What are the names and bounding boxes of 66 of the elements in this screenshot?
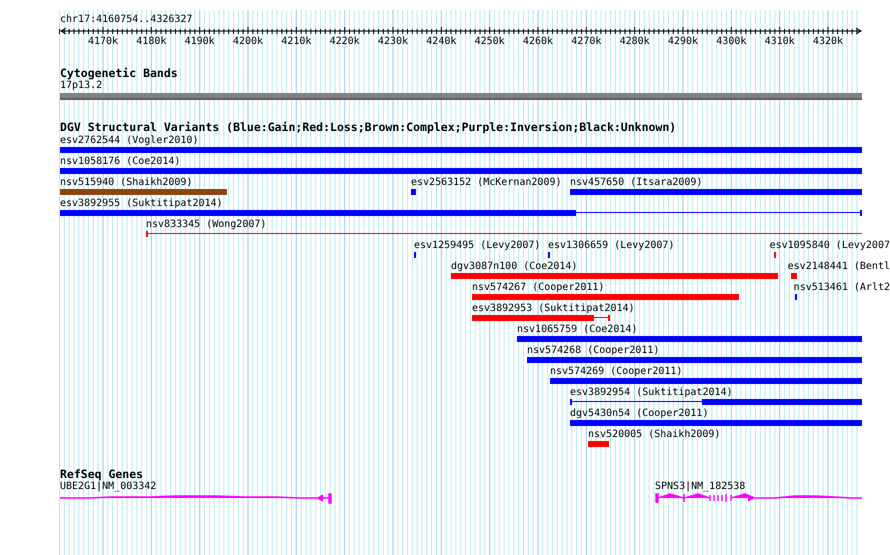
variant-label[interactable]: nsv513461 (Arlt2 <box>794 282 890 294</box>
variant-bar[interactable] <box>60 147 862 153</box>
variant-label[interactable]: nsv574269 (Cooper2011) <box>550 366 682 378</box>
variant-label[interactable]: nsv1058176 (Coe2014) <box>60 156 180 168</box>
end-tick <box>608 315 610 321</box>
ruler-tick-label: 4250k <box>474 36 505 48</box>
end-tick <box>570 399 572 405</box>
variant-label[interactable]: esv1095840 (Levy2007 <box>770 240 890 252</box>
variant-bar[interactable] <box>60 189 227 195</box>
variant-label[interactable]: nsv1065759 (Coe2014) <box>517 324 638 336</box>
variant-label[interactable]: nsv520005 (Shaikh2009) <box>588 429 720 441</box>
extent-line <box>594 317 609 318</box>
end-tick <box>860 210 862 216</box>
variant-label[interactable]: esv1259495 (Levy2007) <box>414 240 540 252</box>
ruler-tick-label: 4280k <box>620 36 650 48</box>
variant-label[interactable]: esv3892955 (Suktitipat2014) <box>60 198 223 210</box>
variant-label[interactable]: esv2563152 (McKernan2009) <box>411 177 562 189</box>
ruler-tick-label: 4180k <box>136 36 166 48</box>
ruler-tick-label: 4300k <box>716 36 746 48</box>
variant-label[interactable]: esv2148441 (Bentl <box>788 261 890 273</box>
gene-label[interactable]: SPNS3|NM_182538 <box>655 481 746 493</box>
variant-bar[interactable] <box>60 168 862 174</box>
track-title: DGV Structural Variants (Blue:Gain;Red:Loss;Brown:Complex;Purple:Inversion;Black:Unknown) <box>60 121 676 134</box>
variant-bar[interactable] <box>60 210 576 216</box>
variant-bar[interactable] <box>570 189 862 195</box>
variant-label[interactable]: nsv515940 (Shaikh2009) <box>60 177 192 189</box>
ruler-tick-label: 4170k <box>88 36 118 48</box>
ruler-tick-label: 4220k <box>330 36 360 48</box>
variant-label[interactable]: nsv833345 (Wong2007) <box>146 219 266 231</box>
variant-bar[interactable] <box>472 294 739 300</box>
track-title: RefSeq Genes <box>60 468 144 481</box>
ruler-tick-label: 4320k <box>812 36 844 48</box>
variant-label[interactable]: esv1306659 (Levy2007) <box>548 240 674 252</box>
gene-model-drawing[interactable] <box>655 493 863 503</box>
variant-bar[interactable] <box>550 378 862 384</box>
ruler-tick-label: 4270k <box>571 36 602 48</box>
variant-label[interactable]: nsv574267 (Cooper2011) <box>472 282 604 294</box>
variant-bar[interactable] <box>527 357 862 363</box>
ruler-tick-label: 4210k <box>281 36 312 48</box>
variant-bar[interactable] <box>570 420 862 426</box>
variant-bar[interactable] <box>517 336 862 342</box>
track-title: Cytogenetic Bands <box>60 67 178 80</box>
variant-label[interactable]: esv3892954 (Suktitipat2014) <box>570 387 733 399</box>
genome-location: chr17:4160754..4326327 <box>60 14 192 26</box>
variant-bar[interactable] <box>702 399 862 405</box>
ruler-tick-label: 4230k <box>378 36 408 48</box>
cytoband-label: 17p13.2 <box>60 80 102 92</box>
ruler-tick-label: 4260k <box>522 36 554 48</box>
ruler-tick-label: 4310k <box>764 36 795 48</box>
gene-label[interactable]: UBE2G1|NM_003342 <box>60 481 156 493</box>
variant-label[interactable]: nsv457650 (Itsara2009) <box>570 177 702 189</box>
variant-label[interactable]: nsv574268 (Cooper2011) <box>527 345 660 357</box>
variant-bar[interactable] <box>588 441 609 447</box>
variant-bar[interactable] <box>472 315 594 321</box>
variant-bar[interactable] <box>451 273 778 279</box>
variant-bar[interactable] <box>411 189 416 195</box>
ruler-tick-label: 4290k <box>668 36 698 48</box>
variant-label[interactable]: dgv3087n100 (Coe2014) <box>451 261 578 273</box>
variant-label[interactable]: dgv5430n54 (Cooper2011) <box>570 408 708 420</box>
ruler-tick-label: 4190k <box>184 36 215 48</box>
ruler-tick-label: 4240k <box>426 36 456 48</box>
gene-model-drawing[interactable] <box>59 493 332 504</box>
ruler-tick-label: 4200k <box>232 36 264 48</box>
variant-bar[interactable] <box>791 273 797 279</box>
variant-label[interactable]: esv3892953 (Suktitipat2014) <box>472 303 635 315</box>
variant-label[interactable]: esv2762544 (Vogler2010) <box>60 135 198 147</box>
